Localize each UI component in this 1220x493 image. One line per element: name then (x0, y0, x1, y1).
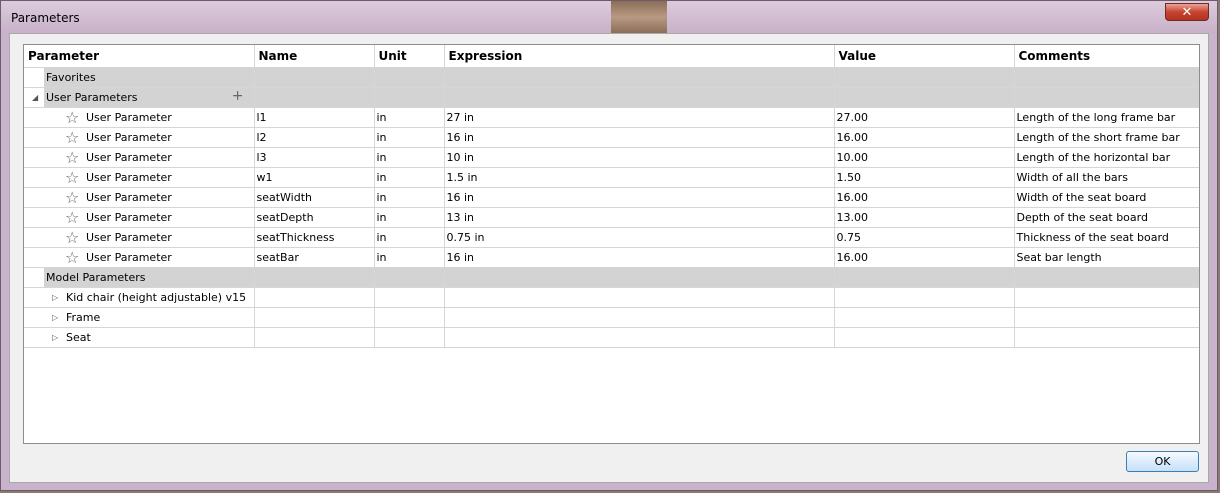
param-comment[interactable]: Depth of the seat board (1014, 207, 1199, 228)
param-unit[interactable]: in (374, 107, 445, 128)
group-row-model-parameters[interactable]: Model Parameters (24, 267, 1199, 288)
model-item-label: Frame (66, 311, 101, 324)
param-comment[interactable]: Length of the long frame bar (1014, 107, 1199, 128)
param-comment[interactable]: Seat bar length (1014, 247, 1199, 268)
param-comment[interactable]: Thickness of the seat board (1014, 227, 1199, 248)
param-value: 10.00 (834, 147, 1015, 168)
param-comment[interactable]: Width of all the bars (1014, 167, 1199, 188)
parameters-window: Parameters ✕ Parameter Name Unit Express… (0, 0, 1218, 491)
col-header-name[interactable]: Name (254, 45, 375, 68)
window-title: Parameters (11, 11, 80, 25)
model-item-label: Seat (66, 331, 91, 344)
param-name[interactable]: seatWidth (254, 187, 375, 208)
collapsed-triangle-icon[interactable]: ▷ (52, 293, 58, 302)
param-type: User Parameter (86, 231, 172, 244)
param-unit[interactable]: in (374, 127, 445, 148)
parameters-grid: Parameter Name Unit Expression Value Com… (23, 44, 1200, 444)
param-name[interactable]: l3 (254, 147, 375, 168)
col-header-comments[interactable]: Comments (1014, 45, 1199, 68)
param-unit[interactable]: in (374, 167, 445, 188)
param-value: 0.75 (834, 227, 1015, 248)
param-name[interactable]: l2 (254, 127, 375, 148)
table-row[interactable]: ☆ User Parameter seatWidth in 16 in 16.00 Widt… (24, 187, 1199, 208)
header-row: Parameter Name Unit Expression Value Com… (24, 45, 1199, 68)
star-icon[interactable]: ☆ (65, 168, 79, 187)
star-icon[interactable]: ☆ (65, 208, 79, 227)
param-unit[interactable]: in (374, 147, 445, 168)
param-expression[interactable]: 16 in (444, 187, 835, 208)
star-icon[interactable]: ☆ (65, 188, 79, 207)
param-name[interactable]: l1 (254, 107, 375, 128)
table-row[interactable]: ☆ User Parameter seatThickness in 0.75 in 0.7… (24, 227, 1199, 248)
group-row-user-parameters[interactable]: ◢ User Parameters + (24, 87, 1199, 108)
col-header-value[interactable]: Value (834, 45, 1015, 68)
param-value: 13.00 (834, 207, 1015, 228)
param-type: User Parameter (86, 111, 172, 124)
group-row-favorites[interactable]: Favorites (24, 67, 1199, 88)
param-expression[interactable]: 27 in (444, 107, 835, 128)
collapsed-triangle-icon[interactable]: ▷ (52, 313, 58, 322)
param-value: 27.00 (834, 107, 1015, 128)
parameters-table: Parameter Name Unit Expression Value Com… (24, 45, 1199, 348)
close-button[interactable]: ✕ (1165, 3, 1209, 21)
table-row[interactable]: ☆ User Parameter l2 in 16 in 16.00 Length of t… (24, 127, 1199, 148)
param-comment[interactable]: Width of the seat board (1014, 187, 1199, 208)
param-type: User Parameter (86, 211, 172, 224)
group-label-model-parameters: Model Parameters (46, 271, 146, 284)
table-row[interactable]: ☆ User Parameter l1 in 27 in 27.00 Length of t… (24, 107, 1199, 128)
param-expression[interactable]: 16 in (444, 247, 835, 268)
param-value: 16.00 (834, 187, 1015, 208)
table-row[interactable]: ☆ User Parameter seatBar in 16 in 16.00 Seat b… (24, 247, 1199, 268)
param-unit[interactable]: in (374, 227, 445, 248)
title-bar[interactable]: Parameters ✕ (1, 1, 1217, 33)
background-strip (611, 1, 667, 33)
expanded-triangle-icon[interactable]: ◢ (32, 93, 38, 102)
param-type: User Parameter (86, 191, 172, 204)
param-type: User Parameter (86, 171, 172, 184)
param-name[interactable]: w1 (254, 167, 375, 188)
param-expression[interactable]: 16 in (444, 127, 835, 148)
tree-item[interactable]: ▷ Kid chair (height adjustable) v15 (24, 287, 1199, 308)
param-type: User Parameter (86, 131, 172, 144)
param-name[interactable]: seatDepth (254, 207, 375, 228)
param-expression[interactable]: 13 in (444, 207, 835, 228)
dialog-client: Parameter Name Unit Expression Value Com… (9, 33, 1209, 483)
collapsed-triangle-icon[interactable]: ▷ (52, 333, 58, 342)
group-label-user-parameters: User Parameters (46, 91, 138, 104)
param-type: User Parameter (86, 151, 172, 164)
param-unit[interactable]: in (374, 207, 445, 228)
param-name[interactable]: seatThickness (254, 227, 375, 248)
ok-button[interactable]: OK (1126, 451, 1199, 472)
col-header-expression[interactable]: Expression (444, 45, 835, 68)
star-icon[interactable]: ☆ (65, 148, 79, 167)
param-value: 1.50 (834, 167, 1015, 188)
param-expression[interactable]: 1.5 in (444, 167, 835, 188)
star-icon[interactable]: ☆ (65, 128, 79, 147)
star-icon[interactable]: ☆ (65, 228, 79, 247)
star-icon[interactable]: ☆ (65, 248, 79, 267)
model-item-label: Kid chair (height adjustable) v15 (66, 291, 247, 304)
table-row[interactable]: ☆ User Parameter w1 in 1.5 in 1.50 Width of al… (24, 167, 1199, 188)
param-value: 16.00 (834, 247, 1015, 268)
table-row[interactable]: ☆ User Parameter seatDepth in 13 in 13.00 Dept… (24, 207, 1199, 228)
param-unit[interactable]: in (374, 247, 445, 268)
param-comment[interactable]: Length of the horizontal bar (1014, 147, 1199, 168)
param-name[interactable]: seatBar (254, 247, 375, 268)
group-label-favorites: Favorites (46, 71, 96, 84)
plus-icon[interactable]: + (232, 88, 244, 105)
tree-item[interactable]: ▷ Frame (24, 307, 1199, 328)
tree-item[interactable]: ▷ Seat (24, 327, 1199, 348)
param-expression[interactable]: 0.75 in (444, 227, 835, 248)
param-comment[interactable]: Length of the short frame bar (1014, 127, 1199, 148)
col-header-unit[interactable]: Unit (374, 45, 445, 68)
param-value: 16.00 (834, 127, 1015, 148)
param-expression[interactable]: 10 in (444, 147, 835, 168)
star-icon[interactable]: ☆ (65, 108, 79, 127)
param-unit[interactable]: in (374, 187, 445, 208)
param-type: User Parameter (86, 251, 172, 264)
col-header-parameter[interactable]: Parameter (24, 45, 255, 68)
table-row[interactable]: ☆ User Parameter l3 in 10 in 10.00 Length of t… (24, 147, 1199, 168)
